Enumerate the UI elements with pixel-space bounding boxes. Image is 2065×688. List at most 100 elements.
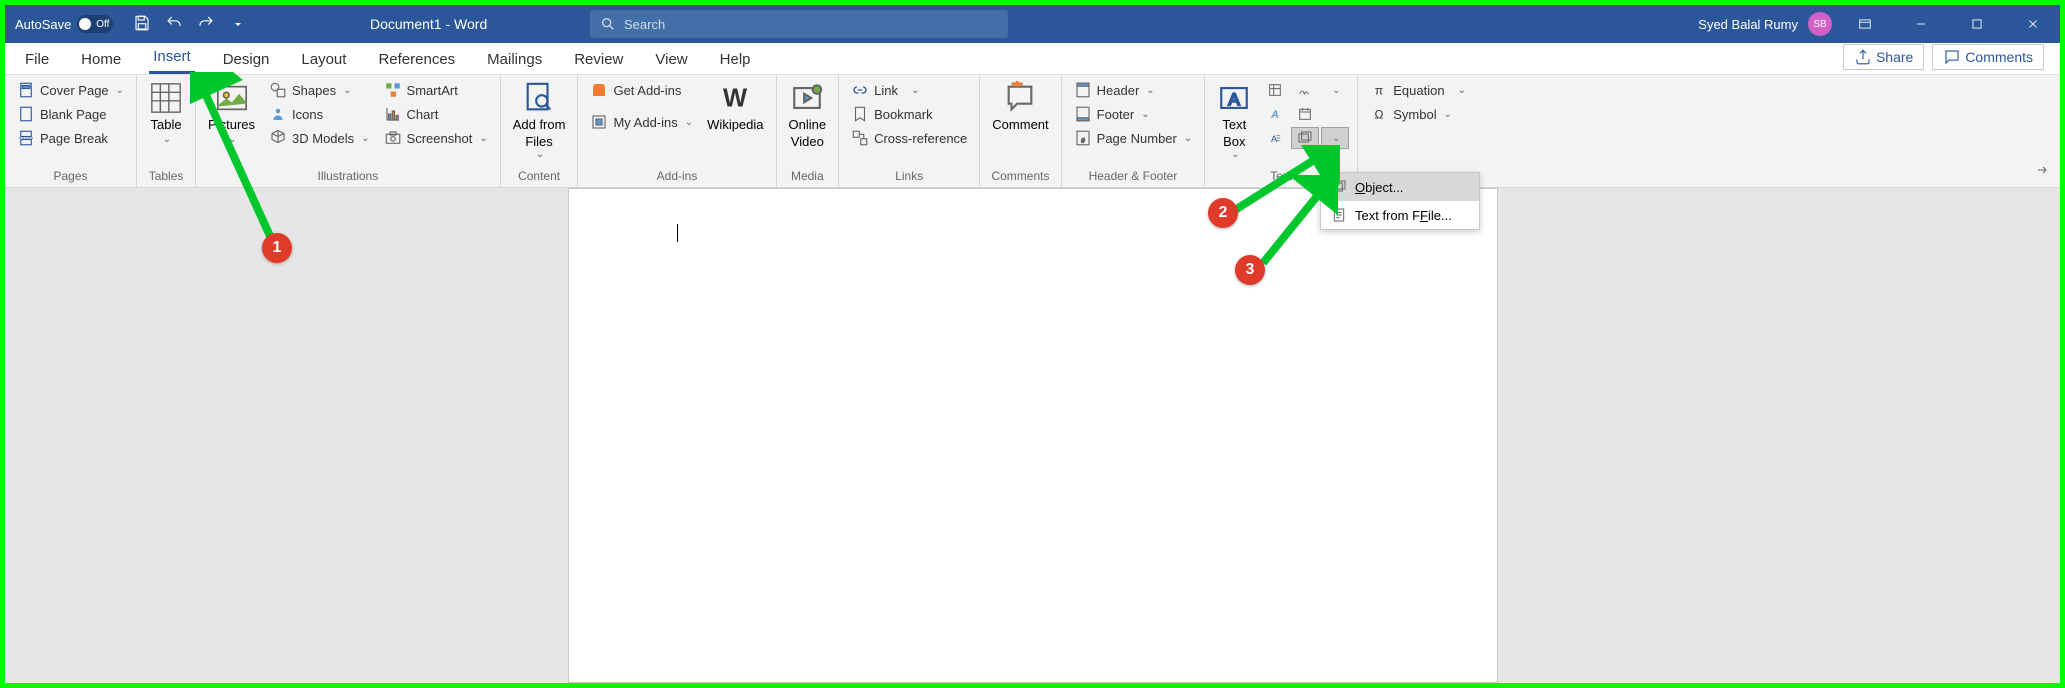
add-from-files-button[interactable]: Add from Files⌄ (509, 79, 570, 162)
comments-icon (1943, 48, 1961, 66)
screenshot-button[interactable]: Screenshot⌄ (380, 127, 492, 149)
share-button[interactable]: Share (1843, 44, 1924, 70)
chart-button[interactable]: Chart (380, 103, 492, 125)
toggle-switch[interactable]: Off (77, 15, 113, 33)
drop-cap-icon: A (1267, 130, 1283, 146)
video-icon (790, 81, 824, 115)
object-button[interactable] (1291, 127, 1319, 149)
bookmark-button[interactable]: Bookmark (847, 103, 971, 125)
text-file-icon (1331, 207, 1347, 223)
tab-home[interactable]: Home (77, 45, 125, 74)
search-box[interactable] (590, 10, 1008, 38)
date-time-button[interactable] (1291, 103, 1319, 125)
username[interactable]: Syed Balal Rumy (1698, 17, 1798, 32)
search-icon (600, 16, 616, 32)
tab-file[interactable]: File (21, 45, 53, 74)
my-addins-button[interactable]: My Add-ins⌄ (586, 111, 697, 133)
redo-icon[interactable] (197, 14, 215, 35)
equation-icon: π (1370, 81, 1388, 99)
toggle-dot (79, 18, 91, 30)
wikipedia-icon: W (718, 81, 752, 115)
tab-view[interactable]: View (651, 45, 691, 74)
avatar[interactable]: SB (1808, 12, 1832, 36)
group-links: Link⌄ Bookmark Cross-reference Links (839, 75, 980, 187)
cube-icon (269, 129, 287, 147)
tab-insert[interactable]: Insert (149, 42, 195, 74)
drop-cap-button[interactable]: A (1261, 127, 1289, 149)
date-icon (1297, 106, 1313, 122)
header-button[interactable]: Header⌄ (1070, 79, 1197, 101)
tab-mailings[interactable]: Mailings (483, 45, 546, 74)
online-video-button[interactable]: Online Video (785, 79, 831, 151)
qat-more-icon[interactable] (229, 14, 247, 35)
smartart-button[interactable]: SmartArt (380, 79, 492, 101)
quick-parts-button[interactable] (1261, 79, 1289, 101)
get-addins-button[interactable]: Get Add-ins (586, 79, 697, 101)
undo-icon[interactable] (165, 14, 183, 35)
object-chev[interactable]: ⌄ (1321, 127, 1349, 149)
cross-reference-button[interactable]: Cross-reference (847, 127, 971, 149)
group-label-comments: Comments (988, 167, 1052, 185)
tab-help[interactable]: Help (716, 45, 755, 74)
object-menu-icon (1331, 179, 1347, 195)
collapse-ribbon-icon[interactable] (2034, 163, 2050, 181)
maximize-icon[interactable] (1954, 5, 2000, 43)
signature-chev[interactable]: ⌄ (1321, 79, 1349, 101)
signature-button[interactable] (1291, 79, 1319, 101)
tab-review[interactable]: Review (570, 45, 627, 74)
comments-button[interactable]: Comments (1932, 44, 2044, 70)
wikipedia-button[interactable]: W Wikipedia (703, 79, 767, 134)
symbol-button[interactable]: ΩSymbol⌄ (1366, 103, 1470, 125)
ribbon-display-icon[interactable] (1842, 5, 1888, 43)
footer-button[interactable]: Footer⌄ (1070, 103, 1197, 125)
icons-button[interactable]: Icons (265, 103, 374, 125)
close-icon[interactable] (2010, 5, 2056, 43)
page-break-button[interactable]: Page Break (13, 127, 128, 149)
text-box-button[interactable]: A Text Box⌄ (1213, 79, 1255, 162)
tab-layout[interactable]: Layout (297, 45, 350, 74)
group-text: A Text Box⌄ A A ⌄ (1205, 75, 1358, 187)
autosave-toggle[interactable]: AutoSave Off (5, 15, 123, 33)
page-number-button[interactable]: #Page Number⌄ (1070, 127, 1197, 149)
group-pages: Cover Page⌄ Blank Page Page Break Pages (5, 75, 137, 187)
date-chev[interactable] (1321, 103, 1349, 125)
svg-text:A: A (1270, 109, 1279, 121)
tab-design[interactable]: Design (219, 45, 274, 74)
store-icon (590, 81, 608, 99)
icons-icon (269, 105, 287, 123)
link-button[interactable]: Link⌄ (847, 79, 971, 101)
tab-references[interactable]: References (374, 45, 459, 74)
comment-button[interactable]: Comment (988, 79, 1052, 134)
equation-button[interactable]: πEquation⌄ (1366, 79, 1470, 101)
group-illustrations: Pictures⌄ Shapes⌄ Icons 3D Models⌄ Smart… (196, 75, 501, 187)
table-button[interactable]: Table⌄ (145, 79, 187, 147)
group-header-footer: Header⌄ Footer⌄ #Page Number⌄ Header & F… (1062, 75, 1206, 187)
comments-label: Comments (1965, 49, 2033, 65)
wordart-button[interactable]: A (1261, 103, 1289, 125)
shapes-button[interactable]: Shapes⌄ (265, 79, 374, 101)
dropdown-text-from-file[interactable]: Text from FFile... (1321, 201, 1479, 229)
blank-page-button[interactable]: Blank Page (13, 103, 128, 125)
comment-icon (1003, 81, 1037, 115)
cover-page-button[interactable]: Cover Page⌄ (13, 79, 128, 101)
wordart-icon: A (1267, 106, 1283, 122)
page-number-icon: # (1074, 129, 1092, 147)
group-label-content: Content (509, 167, 570, 185)
3d-models-button[interactable]: 3D Models⌄ (265, 127, 374, 149)
pictures-button[interactable]: Pictures⌄ (204, 79, 259, 147)
search-input[interactable] (624, 17, 998, 32)
group-comments: Comment Comments (980, 75, 1061, 187)
pictures-icon (215, 81, 249, 115)
smartart-icon (384, 81, 402, 99)
minimize-icon[interactable] (1898, 5, 1944, 43)
document-page[interactable] (568, 188, 1498, 683)
bookmark-icon (851, 105, 869, 123)
quick-parts-icon (1267, 82, 1283, 98)
object-dropdown: Object... Text from FFile... (1320, 172, 1480, 230)
save-icon[interactable] (133, 14, 151, 35)
signature-icon (1297, 82, 1313, 98)
svg-text:Ω: Ω (1375, 108, 1384, 122)
svg-text:π: π (1375, 84, 1383, 98)
file-search-icon (522, 81, 556, 115)
dropdown-object[interactable]: Object... (1321, 173, 1479, 201)
